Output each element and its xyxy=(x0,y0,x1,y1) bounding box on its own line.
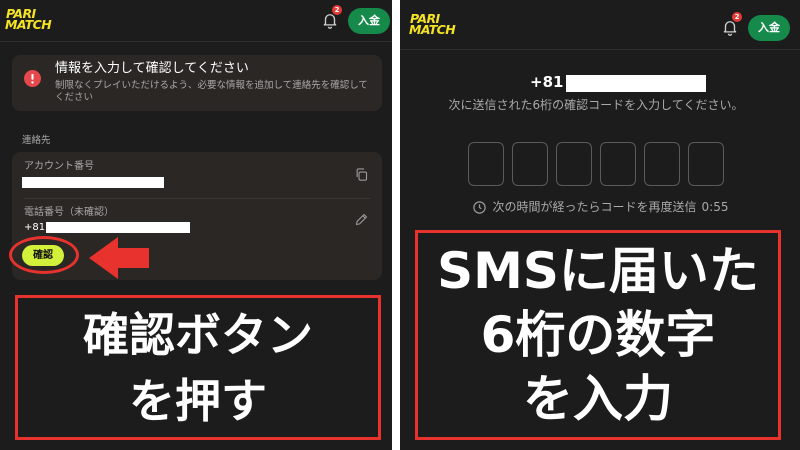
left-arrow-icon xyxy=(88,236,150,280)
callout-line: を入力 xyxy=(523,370,673,428)
code-instruction: 次に送信された6桁の確認コードを入力してください。 xyxy=(448,98,744,112)
resend-countdown: 次の時間が経ったらコードを再度送信 0:55 xyxy=(400,200,800,215)
redaction-bar xyxy=(566,75,706,92)
callout-line: を押す xyxy=(129,373,267,428)
phone-number-label: 電話番号（未確認） xyxy=(24,207,114,218)
code-digit-input-3[interactable] xyxy=(556,142,592,186)
clock-icon xyxy=(472,200,487,215)
callout-line: 確認ボタン xyxy=(83,307,313,362)
code-digit-input-6[interactable] xyxy=(688,142,724,186)
code-digit-input-4[interactable] xyxy=(600,142,636,186)
contact-section-label: 連絡先 xyxy=(22,135,51,146)
app-header: PARI MATCH 2 入金 xyxy=(0,0,392,42)
account-number-label: アカウント番号 xyxy=(24,161,94,172)
code-digit-input-5[interactable] xyxy=(644,142,680,186)
redaction-bar xyxy=(46,222,190,233)
logo-line-2: MATCH xyxy=(5,17,52,32)
code-digit-input-2[interactable] xyxy=(512,142,548,186)
right-screen: PARI MATCH 2 入金 +81 次に送信された6桁の確認コードを入力して… xyxy=(400,0,800,450)
exclamation-circle-icon xyxy=(24,70,41,87)
code-digit-input-1[interactable] xyxy=(468,142,504,186)
notification-badge: 2 xyxy=(332,5,342,15)
logo-line-2: MATCH xyxy=(409,22,456,37)
left-screen: PARI MATCH 2 入金 情報を入力して確認してください 制限なくプレイい… xyxy=(0,0,392,450)
instruction-callout-right: SMSに届いた 6桁の数字 を入力 xyxy=(415,230,781,440)
alert-message: 制限なくプレイいただけるよう、必要な情報を追加して連絡先を確認してください xyxy=(55,80,368,103)
highlight-circle xyxy=(9,236,79,274)
parimatch-logo[interactable]: PARI MATCH xyxy=(5,7,52,32)
row-divider xyxy=(24,198,370,199)
phone-prefix: +81 xyxy=(530,73,564,91)
resend-text: 次の時間が経ったらコードを再度送信 xyxy=(492,200,697,214)
callout-line: 6桁の数字 xyxy=(480,306,716,364)
pencil-icon[interactable] xyxy=(354,212,369,227)
resend-timer: 0:55 xyxy=(701,200,729,214)
deposit-button[interactable]: 入金 xyxy=(348,8,390,34)
deposit-button[interactable]: 入金 xyxy=(748,15,790,41)
notification-badge: 2 xyxy=(732,12,742,22)
redaction-bar xyxy=(22,177,164,188)
phone-prefix: +81 xyxy=(24,222,46,233)
app-header: PARI MATCH 2 入金 xyxy=(400,0,800,50)
instruction-callout-left: 確認ボタン を押す xyxy=(15,295,381,440)
alert-title: 情報を入力して確認してください xyxy=(55,61,249,76)
callout-line: SMSに届いた xyxy=(437,242,759,300)
parimatch-logo[interactable]: PARI MATCH xyxy=(409,12,456,37)
verification-alert: 情報を入力して確認してください 制限なくプレイいただけるよう、必要な情報を追加し… xyxy=(12,55,382,111)
copy-icon[interactable] xyxy=(354,167,369,182)
